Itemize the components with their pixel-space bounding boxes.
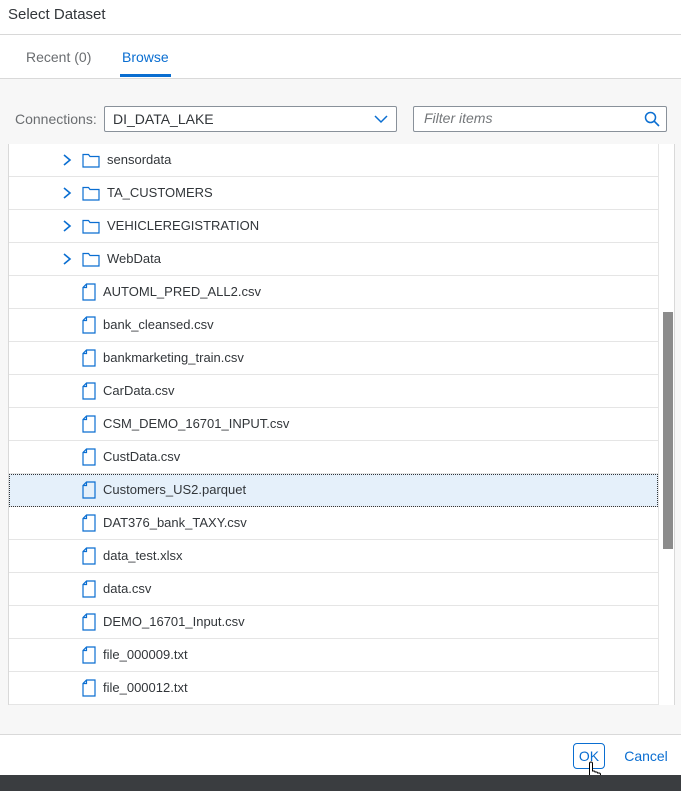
file-row[interactable]: bank_cleansed.csv <box>9 309 658 342</box>
filter-input[interactable] <box>415 108 639 128</box>
file-row[interactable]: data.csv <box>9 573 658 606</box>
background-strip <box>0 775 681 791</box>
folder-icon <box>82 153 100 168</box>
chevron-down-icon <box>374 115 388 124</box>
file-icon <box>82 415 96 433</box>
dialog-title: Select Dataset <box>8 6 106 23</box>
file-name: Customers_US2.parquet <box>103 482 247 497</box>
file-row[interactable]: file_000009.txt <box>9 639 658 672</box>
file-row[interactable]: Customers_US2.parquet <box>9 474 658 507</box>
connections-value: DI_DATA_LAKE <box>113 111 214 127</box>
connections-label: Connections: <box>15 111 97 127</box>
ok-button[interactable]: OK <box>573 743 605 769</box>
chevron-right-icon[interactable] <box>61 252 73 266</box>
folder-icon <box>82 252 100 267</box>
file-name: DAT376_bank_TAXY.csv <box>103 515 247 530</box>
file-name: bankmarketing_train.csv <box>103 350 244 365</box>
folder-row[interactable]: VEHICLEREGISTRATION <box>9 210 658 243</box>
folder-icon <box>82 219 100 234</box>
scrollbar-thumb[interactable] <box>663 312 673 549</box>
chevron-right-icon[interactable] <box>61 153 73 167</box>
dialog-footer: OK Cancel <box>0 734 681 776</box>
filter-box <box>413 106 667 132</box>
file-icon <box>82 646 96 664</box>
folder-name: VEHICLEREGISTRATION <box>107 218 260 233</box>
file-row[interactable]: CSM_DEMO_16701_INPUT.csv <box>9 408 658 441</box>
search-icon[interactable] <box>644 111 660 127</box>
file-icon <box>82 514 96 532</box>
file-row[interactable]: bankmarketing_train.csv <box>9 342 658 375</box>
file-name: data_test.xlsx <box>103 548 183 563</box>
folder-icon <box>82 186 100 201</box>
file-icon <box>82 547 96 565</box>
file-row[interactable]: file_000012.txt <box>9 672 658 705</box>
file-icon <box>82 679 96 697</box>
folder-name: sensordata <box>107 152 172 167</box>
folder-row[interactable]: sensordata <box>9 144 658 177</box>
file-name: CustData.csv <box>103 449 181 464</box>
file-icon <box>82 580 96 598</box>
file-row[interactable]: CustData.csv <box>9 441 658 474</box>
file-icon <box>82 316 96 334</box>
file-row[interactable]: DEMO_16701_Input.csv <box>9 606 658 639</box>
tab-browse[interactable]: Browse <box>120 49 171 77</box>
file-row[interactable]: CarData.csv <box>9 375 658 408</box>
chevron-right-icon[interactable] <box>61 219 73 233</box>
file-icon <box>82 448 96 466</box>
dialog-header: Select Dataset <box>0 0 681 35</box>
file-name: AUTOML_PRED_ALL2.csv <box>103 284 261 299</box>
folder-name: WebData <box>107 251 161 266</box>
file-row[interactable]: data_test.xlsx <box>9 540 658 573</box>
file-row[interactable]: DAT376_bank_TAXY.csv <box>9 507 658 540</box>
vertical-scrollbar[interactable] <box>658 144 674 705</box>
chevron-right-icon[interactable] <box>61 186 73 200</box>
file-name: file_000012.txt <box>103 680 188 695</box>
file-icon <box>82 613 96 631</box>
file-icon <box>82 382 96 400</box>
file-name: bank_cleansed.csv <box>103 317 214 332</box>
file-name: file_000009.txt <box>103 647 188 662</box>
folder-row[interactable]: WebData <box>9 243 658 276</box>
file-icon <box>82 481 96 499</box>
file-name: CSM_DEMO_16701_INPUT.csv <box>103 416 290 431</box>
folder-row[interactable]: TA_CUSTOMERS <box>9 177 658 210</box>
file-icon <box>82 349 96 367</box>
file-name: DEMO_16701_Input.csv <box>103 614 245 629</box>
file-name: CarData.csv <box>103 383 175 398</box>
tab-bar: Recent (0) Browse <box>0 35 681 79</box>
file-name: data.csv <box>103 581 152 596</box>
folder-name: TA_CUSTOMERS <box>107 185 213 200</box>
file-icon <box>82 283 96 301</box>
cancel-button[interactable]: Cancel <box>620 743 672 769</box>
dataset-list: sensordata TA_CUSTOMERS VEHICLEREGISTRATIO… <box>8 144 675 705</box>
connections-select[interactable]: DI_DATA_LAKE <box>104 106 397 132</box>
file-row[interactable]: AUTOML_PRED_ALL2.csv <box>9 276 658 309</box>
tab-recent[interactable]: Recent (0) <box>26 49 91 77</box>
